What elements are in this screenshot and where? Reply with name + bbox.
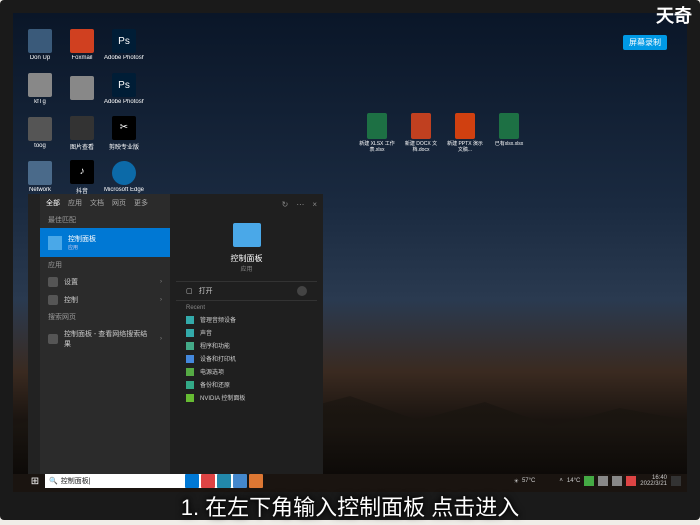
best-match-title: 控制面板: [68, 234, 96, 244]
desktop-icon-photoshop[interactable]: PsAdobe Photosh...: [103, 67, 145, 111]
start-rail: [28, 194, 40, 474]
result-settings[interactable]: 设置 ›: [40, 273, 170, 291]
chevron-right-icon: ›: [160, 279, 162, 285]
recent-item[interactable]: 设备和打印机: [176, 352, 317, 365]
temp2: 14°C: [567, 478, 580, 484]
notification-icon[interactable]: [671, 476, 681, 486]
clock[interactable]: 16:40 2022/3/21: [640, 475, 667, 487]
app-icon: [48, 295, 58, 305]
result-control[interactable]: 控制 ›: [40, 291, 170, 309]
recent-item[interactable]: 管理音频设备: [176, 313, 317, 326]
chevron-right-icon: ›: [160, 336, 162, 342]
file-docx[interactable]: 新建 DOCX 文档.docx: [402, 113, 440, 153]
preview-sub: 应用: [240, 264, 252, 273]
gear-icon: [48, 277, 58, 287]
tray-icon[interactable]: [584, 476, 594, 486]
open-action[interactable]: ▢ 打开: [176, 281, 317, 301]
control-panel-large-icon: [233, 223, 261, 247]
search-preview-panel: ↻ ⋯ × 控制面板 应用 ▢ 打开 Recent 管理音频设备 声音 程序和功…: [170, 194, 323, 474]
close-icon[interactable]: ×: [312, 200, 317, 209]
web-section-label: 搜索网页: [40, 309, 170, 325]
recent-label: Recent: [176, 301, 317, 313]
tutorial-caption: 1. 在左下角输入控制面板 点击进入: [0, 487, 700, 525]
apps-section-label: 应用: [40, 257, 170, 273]
search-icon: [48, 334, 58, 344]
tray-wifi-icon[interactable]: [598, 476, 608, 486]
file-xlsx[interactable]: 新建 XLSX 工作表.xlsx: [358, 113, 396, 153]
recent-item[interactable]: 声音: [176, 326, 317, 339]
taskbar-app[interactable]: [185, 474, 199, 488]
taskbar-app[interactable]: [217, 474, 231, 488]
tab-more[interactable]: 更多: [134, 198, 148, 208]
desktop-icon[interactable]: Don Up: [19, 23, 61, 67]
start-search-panel: 全部 应用 文档 网页 更多 最佳匹配 控制面板 应用 应用: [28, 194, 323, 474]
refresh-icon[interactable]: ↻: [282, 200, 289, 209]
recent-item[interactable]: 备份和还原: [176, 378, 317, 391]
tray-volume-icon[interactable]: [612, 476, 622, 486]
tab-docs[interactable]: 文档: [90, 198, 104, 208]
panel-top-icons: ↻ ⋯ ×: [176, 200, 317, 209]
search-icon: 🔍: [49, 477, 58, 485]
chevron-right-icon: ›: [160, 297, 162, 303]
search-results-left: 全部 应用 文档 网页 更多 最佳匹配 控制面板 应用 应用: [40, 194, 170, 474]
desktop-icon[interactable]: toog: [19, 111, 61, 155]
recent-item[interactable]: 电源选项: [176, 365, 317, 378]
weather-icon: ☀: [514, 478, 519, 485]
tab-all[interactable]: 全部: [46, 198, 60, 208]
monitor-bezel: 屏幕录制 Don Up Foxmail PsAdobe Photosh... k…: [0, 0, 700, 520]
control-panel-icon: [48, 236, 62, 250]
desktop-center-files: 新建 XLSX 工作表.xlsx 新建 DOCX 文档.docx 新建 PPTX…: [358, 113, 528, 153]
tray-icon[interactable]: [626, 476, 636, 486]
best-match-label: 最佳匹配: [40, 212, 170, 228]
search-filter-tabs: 全部 应用 文档 网页 更多: [40, 194, 170, 212]
taskbar-app[interactable]: [249, 474, 263, 488]
taskbar-app[interactable]: [233, 474, 247, 488]
desktop-icon[interactable]: [61, 67, 103, 111]
result-web-search[interactable]: 控制面板 - 查看网络搜索结果 ›: [40, 325, 170, 353]
open-icon: ▢: [186, 287, 193, 295]
more-icon[interactable]: ⋯: [296, 200, 304, 209]
pin-icon[interactable]: [297, 286, 307, 296]
tab-apps[interactable]: 应用: [68, 198, 82, 208]
desktop-screen: 屏幕录制 Don Up Foxmail PsAdobe Photosh... k…: [13, 13, 687, 492]
video-watermark: 天奇: [656, 2, 692, 28]
desktop-icon-photoshop[interactable]: PsAdobe Photosh...: [103, 23, 145, 67]
desktop-icon-network[interactable]: Network: [19, 155, 61, 199]
desktop-icon-tiktok[interactable]: ♪抖音: [61, 155, 103, 199]
recent-item[interactable]: 程序和功能: [176, 339, 317, 352]
chevron-up-icon[interactable]: ˄: [559, 478, 563, 484]
preview-block: 控制面板 应用: [176, 209, 317, 281]
tab-web[interactable]: 网页: [112, 198, 126, 208]
desktop-icon[interactable]: kfTg: [19, 67, 61, 111]
screen-record-badge: 屏幕录制: [623, 35, 667, 50]
weather-widget[interactable]: ☀ 57°C: [514, 478, 536, 485]
preview-title: 控制面板: [231, 253, 263, 264]
file-xlsx-existing[interactable]: 已有xlsx.xlsx: [490, 113, 528, 153]
recent-item[interactable]: NVIDIA 控制面板: [176, 391, 317, 404]
desktop-icon-edge[interactable]: Microsoft Edge: [103, 155, 145, 199]
desktop-icon[interactable]: 图片查看: [61, 111, 103, 155]
desktop-icons-grid: Don Up Foxmail PsAdobe Photosh... kfTg P…: [19, 23, 145, 199]
taskbar-app[interactable]: [201, 474, 215, 488]
desktop-icon-jianying[interactable]: ✂剪映专业版: [103, 111, 145, 155]
desktop-icon[interactable]: Foxmail: [61, 23, 103, 67]
best-match-result[interactable]: 控制面板 应用: [40, 228, 170, 257]
best-match-sub: 应用: [68, 244, 96, 251]
file-pptx[interactable]: 新建 PPTX 演示文稿...: [446, 113, 484, 153]
